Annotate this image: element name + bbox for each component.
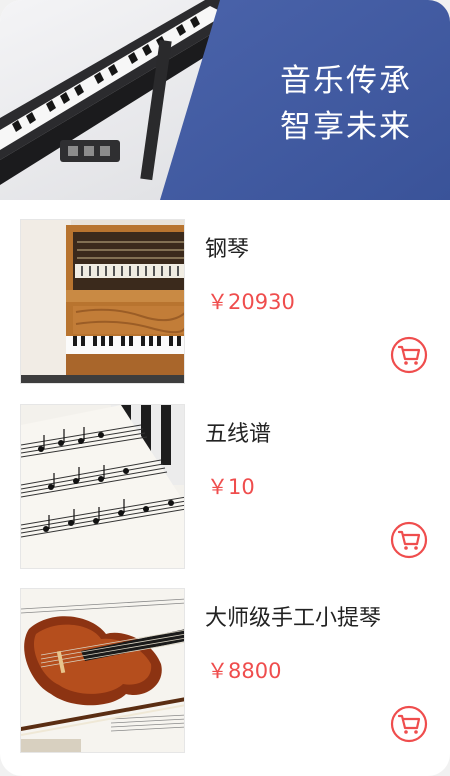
product-name[interactable]: 大师级手工小提琴 bbox=[205, 600, 381, 632]
product-name[interactable]: 五线谱 bbox=[205, 416, 271, 448]
product-name[interactable]: 钢琴 bbox=[205, 231, 249, 263]
product-image-piano[interactable] bbox=[20, 219, 185, 384]
violin-image bbox=[21, 589, 184, 752]
product-item-piano[interactable]: 钢琴 ￥20930 bbox=[20, 219, 430, 384]
shopping-cart-icon bbox=[390, 336, 428, 374]
banner-slogan-line-1: 音乐传承 bbox=[280, 63, 412, 99]
product-item-violin[interactable]: 大师级手工小提琴 ￥8800 bbox=[20, 588, 430, 753]
promo-banner[interactable]: 音乐传承 智享未来 bbox=[0, 0, 450, 200]
product-price: ￥8800 bbox=[207, 659, 282, 683]
banner-slogan: 音乐传承 智享未来 bbox=[280, 58, 412, 150]
add-to-cart-button[interactable] bbox=[390, 521, 428, 559]
add-to-cart-button[interactable] bbox=[390, 336, 428, 374]
product-price: ￥20930 bbox=[207, 290, 295, 314]
shopping-cart-icon bbox=[390, 521, 428, 559]
product-price: ￥10 bbox=[207, 475, 255, 499]
product-image-violin[interactable] bbox=[20, 588, 185, 753]
sheet-music-image bbox=[21, 405, 184, 568]
product-card-page: 音乐传承 智享未来 钢琴 ￥20930 五线谱 ￥10 大师级手工小提琴 ￥88… bbox=[0, 0, 450, 776]
banner-slogan-line-2: 智享未来 bbox=[280, 109, 412, 145]
shopping-cart-icon bbox=[390, 705, 428, 743]
product-image-sheet-music[interactable] bbox=[20, 404, 185, 569]
product-item-sheet-music[interactable]: 五线谱 ￥10 bbox=[20, 404, 430, 569]
add-to-cart-button[interactable] bbox=[390, 705, 428, 743]
upright-piano-image bbox=[21, 220, 184, 383]
